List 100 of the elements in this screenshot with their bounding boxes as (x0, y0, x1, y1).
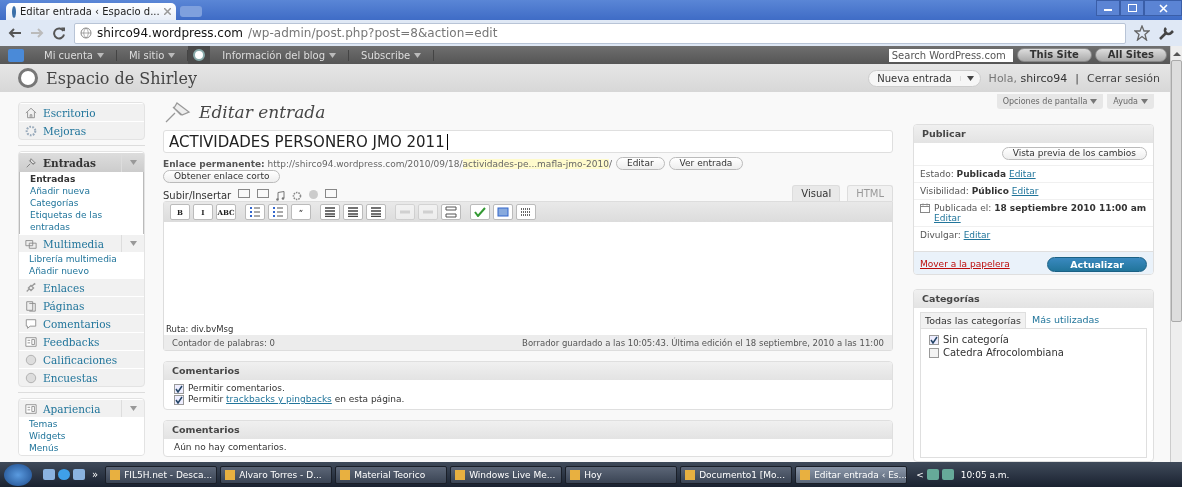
taskbar-button[interactable]: Editar entrada ‹ Es... (795, 465, 908, 484)
search-field[interactable]: Search WordPress.com (888, 48, 1013, 62)
checkbox[interactable] (929, 347, 939, 358)
screen-button[interactable] (493, 204, 513, 220)
taskbar-button[interactable]: FIL5H.net - Desca... (105, 465, 218, 484)
submenu-item[interactable]: Widgets (19, 430, 144, 442)
menu-item[interactable]: Calificaciones (19, 350, 144, 368)
taskbar-button[interactable]: Alvaro Torres - D... (220, 465, 333, 484)
shortlink-button[interactable]: Obtener enlace corto (163, 170, 281, 183)
screen-tab[interactable]: Ayuda (1107, 94, 1154, 109)
image-icon[interactable] (238, 189, 251, 198)
menu-item[interactable]: Feedbacks (19, 332, 144, 350)
pages-icon (25, 299, 37, 312)
empty-message: Aún no hay comentarios. (174, 442, 287, 452)
restore-button[interactable] (1120, 0, 1144, 16)
toggle-arrow-icon[interactable] (129, 241, 137, 246)
admin-bar-menu[interactable]: Subscribe (349, 49, 435, 61)
permalink-button[interactable]: Ver entrada (668, 157, 744, 170)
start-button[interactable] (4, 463, 32, 486)
edit-link[interactable]: Editar (1008, 168, 1036, 179)
submenu-item[interactable]: Añadir nueva (20, 185, 143, 197)
list-icon (272, 207, 284, 217)
grid-button[interactable] (516, 204, 536, 220)
house-icon (25, 106, 37, 119)
clock[interactable]: 10:05 a.m. (960, 469, 1010, 480)
toggle-arrow-icon[interactable] (129, 160, 137, 165)
taskbar-button[interactable]: Material Teorico (335, 465, 448, 484)
edit-link[interactable]: Editar (963, 229, 991, 240)
overflow-chevron[interactable]: » (88, 469, 103, 480)
update-button[interactable]: Actualizar (1047, 256, 1147, 272)
scrollbar[interactable] (1170, 46, 1182, 462)
category-tab[interactable]: Todas las categorías (920, 312, 1027, 329)
trackbacks-link[interactable]: trackbacks y pingbacks (226, 394, 332, 404)
wrench-icon[interactable] (1158, 25, 1174, 41)
submenu-item[interactable]: Entradas (20, 173, 143, 185)
title-field[interactable]: ACTIVIDADES PERSONERO JMO 2011 (163, 130, 893, 153)
trash-link[interactable]: Mover a la papelera (920, 259, 1010, 270)
menu-item[interactable]: Páginas (19, 296, 144, 314)
taskbar-button[interactable]: Documento1 [Mo... (680, 465, 793, 484)
numbers-button[interactable] (268, 204, 288, 220)
submenu-item[interactable]: Librería multimedia (19, 253, 144, 265)
spell-button[interactable] (470, 204, 490, 220)
close-button[interactable] (1144, 0, 1182, 16)
music-note-icon[interactable] (276, 191, 286, 201)
edit-link[interactable]: Editar (934, 212, 961, 223)
editor-tab[interactable]: Visual (792, 185, 841, 201)
video-icon[interactable] (257, 189, 270, 198)
panel-title: Comentarios (164, 421, 892, 439)
menu-item[interactable]: Escritorio (19, 103, 144, 121)
panel-title: Categorías (914, 290, 1153, 309)
submenu-item[interactable]: Etiquetas de las entradas (20, 209, 143, 233)
blog-logo-icon[interactable] (188, 46, 211, 64)
menu-item[interactable]: Entradas (19, 152, 144, 172)
checkbox[interactable] (174, 383, 184, 394)
category-tab[interactable]: Más utilizadas (1028, 312, 1104, 329)
toolbar-toggle-icon (520, 207, 532, 217)
menu-item[interactable]: Comentarios (19, 314, 144, 332)
admin-bar-menu[interactable]: Mi cuenta (32, 49, 117, 61)
panel-title: Publicar (914, 124, 1153, 143)
align-button[interactable] (320, 204, 340, 220)
minimize-button[interactable] (1096, 0, 1120, 16)
checkbox[interactable] (929, 334, 939, 345)
edit-link[interactable]: Editar (1011, 185, 1039, 196)
reload-icon[interactable] (52, 26, 66, 40)
align-button[interactable] (343, 204, 363, 220)
search-scope-button[interactable]: This Site (1016, 48, 1092, 62)
gear-icon[interactable] (292, 191, 303, 201)
menu-item[interactable]: Mejoras (19, 121, 144, 139)
close-icon (1158, 3, 1168, 13)
permalink-button[interactable]: Editar (615, 157, 665, 170)
logout-link[interactable]: Cerrar sesión (1086, 71, 1160, 85)
preview-button[interactable]: Vista previa de los cambios (1001, 146, 1147, 160)
toggle-arrow-icon[interactable] (129, 406, 137, 411)
screen-tab[interactable]: Opciones de pantalla (996, 94, 1104, 109)
draft-status: Borrador guardado a las 10:05:43. Última edición el 18 septiembre, 2010 a las 11:00 (522, 337, 884, 348)
submenu-item[interactable]: Temas (19, 418, 144, 430)
address-field[interactable]: shirco94.wordpress.com /wp-admin/post.php?post=8&action=edit (74, 22, 1126, 44)
submenu-item[interactable]: Menús (19, 442, 144, 454)
admin-bar-menu[interactable]: Información del blog (210, 49, 350, 61)
close-icon[interactable] (163, 8, 171, 15)
menu-item[interactable]: Encuestas (19, 368, 144, 386)
star-icon[interactable] (1134, 25, 1150, 41)
category-label: Sin categoría (943, 333, 1009, 347)
browser-tab[interactable]: Editar entrada ‹ Espacio d... (6, 3, 176, 20)
back-icon[interactable] (8, 27, 22, 39)
caret-icon[interactable] (966, 75, 974, 81)
taskbar-button[interactable]: Windows Live Me... (450, 465, 563, 484)
taskbar-button[interactable]: Hoy (565, 465, 678, 484)
form-icon[interactable] (325, 189, 338, 198)
checkbox[interactable] (174, 394, 184, 405)
align-button[interactable] (366, 204, 386, 220)
more-button[interactable] (441, 204, 461, 220)
new-post-button[interactable]: Nueva entrada (868, 69, 981, 87)
separator-text: | (1075, 71, 1079, 85)
search-scope-button[interactable]: All Sites (1094, 48, 1167, 62)
menu-item[interactable]: Enlaces (19, 278, 144, 296)
bullets-button[interactable] (245, 204, 265, 220)
submenu-item[interactable]: Categorías (20, 197, 143, 209)
tray-expand-button[interactable]: < (916, 469, 924, 480)
submenu-item[interactable]: Añadir nuevo (19, 265, 144, 277)
